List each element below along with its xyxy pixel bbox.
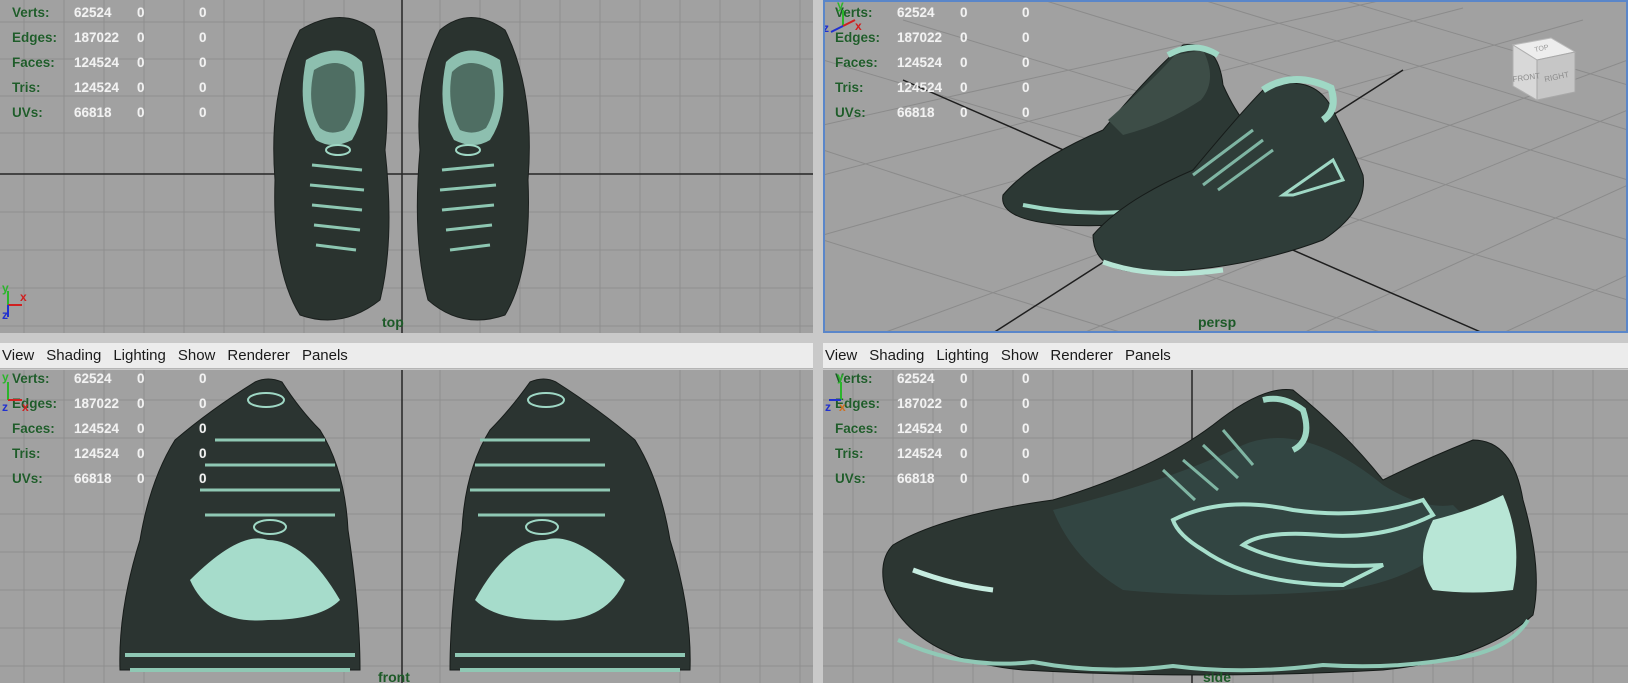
hud-row-uvs: UVs: 66818 0 0: [835, 105, 1030, 120]
axis-gizmo-front: y z x: [2, 370, 29, 414]
camera-label-persp: persp: [1198, 314, 1237, 330]
viewport-front[interactable]: Verts: 62524 0 0 Edges: 187022 0 0 Faces: 12452…: [0, 370, 813, 683]
maya-four-view-layout: Verts: 62524 0 0 Edges: 187022 0 0 Faces: 12452…: [0, 0, 1628, 683]
menu-renderer[interactable]: Renderer: [227, 347, 296, 364]
menu-view[interactable]: View: [2, 347, 40, 364]
camera-label-front: front: [378, 669, 410, 683]
view-cube[interactable]: TOP FRONT RIGHT: [1511, 37, 1577, 101]
axis-y-label: y: [837, 0, 844, 12]
camera-label-side: side: [1203, 669, 1232, 683]
axis-z-label: z: [825, 400, 831, 414]
axis-z-label: z: [823, 21, 829, 35]
axis-gizmo-side: y z x: [825, 370, 846, 414]
menu-renderer[interactable]: Renderer: [1050, 347, 1119, 364]
hud-row-verts: Verts: 62524 0 0: [12, 5, 207, 20]
panel-menubar-side: View Shading Lighting Show Renderer Pane…: [823, 343, 1628, 369]
axis-z-label: z: [2, 308, 8, 322]
hud-row-tris: Tris: 124524 0 0: [835, 80, 1030, 95]
hud-row-uvs: UVs: 66818 0 0: [12, 471, 207, 486]
hud-row-uvs: UVs: 66818 0 0: [12, 105, 207, 120]
axis-x-label: x: [839, 400, 846, 414]
panel-top[interactable]: Verts: 62524 0 0 Edges: 187022 0 0 Faces: 12452…: [0, 0, 813, 333]
axis-y-label: y: [837, 370, 844, 384]
menu-view[interactable]: View: [825, 347, 863, 364]
hud-row-uvs: UVs: 66818 0 0: [835, 471, 1030, 486]
axis-y-label: y: [2, 283, 9, 295]
hud-row-faces: Faces: 124524 0 0: [835, 55, 1030, 70]
menu-panels[interactable]: Panels: [302, 347, 354, 364]
menu-lighting[interactable]: Lighting: [113, 347, 172, 364]
axis-x-label: x: [20, 290, 27, 304]
shoe-model-left[interactable]: [273, 17, 390, 321]
hud-stats-top: Verts: 62524 0 0 Edges: 187022 0 0 Faces: 12452…: [12, 0, 207, 125]
menu-lighting[interactable]: Lighting: [936, 347, 995, 364]
viewport-side[interactable]: Verts: 62524 0 0 Edges: 187022 0 0 Faces: 12452…: [823, 370, 1628, 683]
panel-menubar-front: View Shading Lighting Show Renderer Pane…: [0, 343, 813, 369]
axis-y-label: y: [2, 370, 9, 384]
menu-panels[interactable]: Panels: [1125, 347, 1177, 364]
axis-x-label: x: [22, 400, 29, 414]
axis-gizmo-persp: y z x: [823, 0, 862, 35]
menu-shading[interactable]: Shading: [46, 347, 107, 364]
viewport-top[interactable]: Verts: 62524 0 0 Edges: 187022 0 0 Faces: 12452…: [0, 0, 813, 333]
axis-gizmo-top: y x z: [2, 283, 27, 322]
panel-front[interactable]: View Shading Lighting Show Renderer Pane…: [0, 343, 813, 683]
axis-x-label: x: [855, 19, 862, 33]
viewport-persp[interactable]: TOP FRONT RIGHT Verts: 62524 0 0 Edges: 1870…: [823, 0, 1628, 333]
hud-row-tris: Tris: 124524 0 0: [12, 446, 207, 461]
shoe-model-front-right[interactable]: [449, 378, 691, 672]
camera-label-top: top: [382, 314, 404, 330]
panel-side[interactable]: View Shading Lighting Show Renderer Pane…: [823, 343, 1628, 683]
shoe-model-right[interactable]: [416, 17, 530, 321]
shoe-model-persp[interactable]: [1002, 44, 1364, 277]
hud-row-edges: Edges: 187022 0 0: [12, 30, 207, 45]
hud-row-faces: Faces: 124524 0 0: [12, 421, 207, 436]
menu-shading[interactable]: Shading: [869, 347, 930, 364]
panel-persp[interactable]: TOP FRONT RIGHT Verts: 62524 0 0 Edges: 1870…: [823, 0, 1628, 333]
hud-row-faces: Faces: 124524 0 0: [835, 421, 1030, 436]
hud-row-tris: Tris: 124524 0 0: [835, 446, 1030, 461]
hud-row-faces: Faces: 124524 0 0: [12, 55, 207, 70]
menu-show[interactable]: Show: [178, 347, 222, 364]
axis-z-label: z: [2, 400, 8, 414]
hud-row-tris: Tris: 124524 0 0: [12, 80, 207, 95]
menu-show[interactable]: Show: [1001, 347, 1045, 364]
